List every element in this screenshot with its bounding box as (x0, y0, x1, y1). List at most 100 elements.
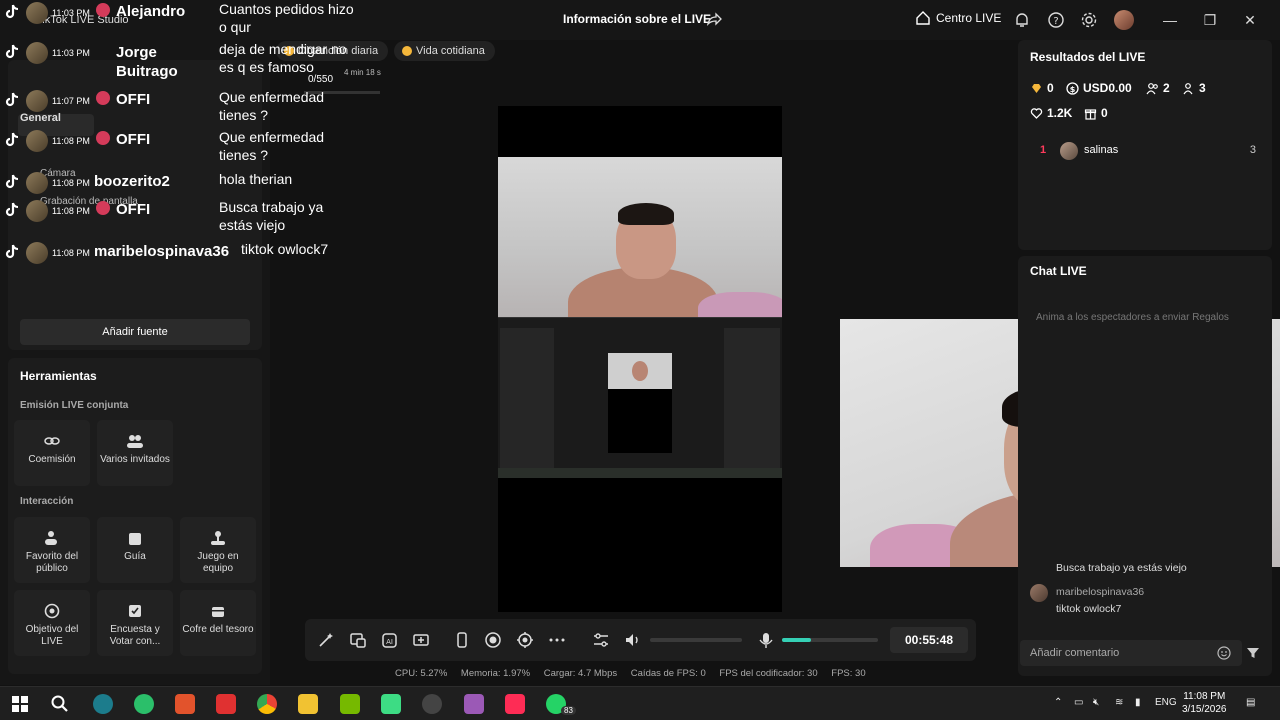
add-source-button[interactable]: Añadir fuente (20, 319, 250, 345)
chat-message: tiktok owlock7 (241, 241, 329, 257)
favorite-audience-tool[interactable]: Favorito del público (14, 517, 90, 583)
rank-avatar[interactable] (1060, 142, 1078, 160)
chrome-icon[interactable] (257, 694, 277, 714)
tiktok-icon (5, 44, 19, 59)
guide-icon (129, 533, 141, 545)
control-bar: AI 00:55:48 (305, 619, 976, 661)
microphone-icon[interactable] (757, 631, 775, 649)
battery-icon[interactable]: ▭ (1074, 697, 1083, 708)
live-info-title[interactable]: Información sobre el LIVE (563, 12, 711, 26)
tiktok-icon (5, 174, 19, 189)
chat-time: 11:03 PM (52, 48, 90, 58)
chat-message: tiktok owlock7 (1056, 603, 1122, 615)
notifications-icon[interactable]: ▤ (1246, 697, 1255, 708)
tiktok-live-studio-icon[interactable] (505, 694, 525, 714)
maximize-icon[interactable]: ❐ (1200, 10, 1220, 30)
rank-username[interactable]: salinas (1084, 144, 1118, 156)
mic-tray-icon[interactable]: ▮ (1135, 697, 1141, 708)
chat-username[interactable]: maribelospinava36 (1056, 586, 1144, 598)
poll-tool[interactable]: Encuesta y Votar con... (97, 590, 173, 656)
volume-slider[interactable] (650, 638, 742, 642)
search-icon[interactable] (50, 694, 70, 714)
magic-wand-icon[interactable] (317, 631, 335, 649)
phone-icon[interactable] (453, 631, 471, 649)
chat-username: OFFI (116, 201, 151, 218)
cohost-tool[interactable]: Coemisión (14, 420, 90, 486)
fps-drops-stat: Caídas de FPS: 0 (630, 668, 706, 679)
chat-time: 11:08 PM (52, 248, 90, 258)
chat-avatar[interactable] (1030, 584, 1048, 602)
help-icon[interactable]: ? (1047, 11, 1065, 29)
clock-date: 3/15/2026 (1182, 704, 1227, 715)
file-explorer-icon[interactable] (298, 694, 318, 714)
tiktok-icon (5, 244, 19, 259)
nvidia-icon[interactable] (340, 694, 360, 714)
app-icon-purple[interactable] (464, 694, 484, 714)
app-icon-red[interactable] (216, 694, 236, 714)
chat-time: 11:08 PM (52, 136, 90, 146)
app-icon-1[interactable] (93, 694, 113, 714)
mixer-icon[interactable] (592, 631, 610, 649)
multi-guest-tool[interactable]: Varios invitados (97, 420, 173, 486)
layout-icon[interactable] (349, 631, 367, 649)
filter-icon[interactable] (1246, 646, 1260, 660)
comment-input[interactable] (1020, 640, 1242, 666)
tray-chevron-icon[interactable]: ⌃ (1054, 697, 1062, 708)
close-icon[interactable]: ✕ (1240, 10, 1260, 30)
emoji-icon[interactable] (1217, 646, 1231, 660)
chat-avatar (26, 172, 48, 194)
viewers-icon (1146, 82, 1158, 94)
wifi-icon[interactable]: ≋ (1115, 697, 1123, 708)
memory-stat: Memoria: 1.97% (460, 668, 531, 679)
focus-icon[interactable] (516, 631, 534, 649)
chat-username: maribelospinava36 (94, 243, 230, 260)
target-icon (44, 603, 60, 619)
tool-label: Juego en equipo (197, 551, 239, 574)
tools-title: Herramientas (20, 369, 97, 383)
chat-avatar (26, 200, 48, 222)
more-options-icon[interactable] (548, 631, 566, 649)
share-icon[interactable] (706, 11, 722, 27)
mic-level-slider[interactable] (782, 638, 878, 642)
bell-icon[interactable] (1013, 11, 1031, 29)
app-icon-2[interactable] (134, 694, 154, 714)
speaker-icon[interactable] (624, 631, 642, 649)
chat-message: hola therian (219, 171, 293, 187)
ai-icon[interactable]: AI (381, 631, 399, 649)
settings-gear-icon[interactable] (1080, 11, 1098, 29)
chat-username: boozerito2 (94, 173, 170, 190)
live-chat-panel: Chat LIVE Anima a los espectadores a env… (1018, 256, 1272, 676)
tiktok-icon (5, 92, 19, 107)
windows-start-icon[interactable] (10, 694, 30, 714)
svg-text:$: $ (1070, 85, 1076, 94)
frame-icon[interactable] (412, 631, 430, 649)
user-avatar[interactable] (1114, 10, 1134, 30)
record-icon[interactable] (484, 631, 502, 649)
chat-badge-icon (96, 201, 110, 215)
live-preview[interactable] (498, 106, 782, 612)
volume-muted-icon[interactable]: 🔇︎ (1093, 697, 1099, 708)
chat-username: OFFI (116, 131, 151, 148)
minimize-icon[interactable]: — (1160, 10, 1180, 30)
language-indicator[interactable]: ENG (1155, 697, 1177, 708)
guide-tool[interactable]: Guía (97, 517, 173, 583)
live-goal-tool[interactable]: Objetivo del LIVE (14, 590, 90, 656)
mic-level-fill (782, 638, 811, 642)
scene-selector[interactable]: General (20, 112, 61, 124)
brave-browser-icon[interactable] (175, 694, 195, 714)
obs-icon[interactable] (422, 694, 442, 714)
team-game-tool[interactable]: Juego en equipo (180, 517, 256, 583)
tool-label: Encuesta y Votar con... (109, 624, 161, 647)
live-center-button[interactable]: Centro LIVE (916, 11, 1001, 25)
mini-camera (608, 353, 672, 389)
svg-text:?: ? (1053, 16, 1058, 27)
android-icon[interactable] (381, 694, 401, 714)
tag-daily-life[interactable]: Vida cotidiana (394, 41, 495, 61)
system-clock[interactable]: 11:08 PM 3/15/2026 (1182, 690, 1227, 716)
treasure-chest-tool[interactable]: Cofre del tesoro (180, 590, 256, 656)
chat-badge-icon (96, 131, 110, 145)
clock-time: 11:08 PM (1183, 691, 1226, 702)
chat-badge-icon (96, 91, 110, 105)
chat-message: deja de mendigar no es q es famoso (219, 41, 347, 75)
preview-screen-capture (498, 317, 782, 478)
